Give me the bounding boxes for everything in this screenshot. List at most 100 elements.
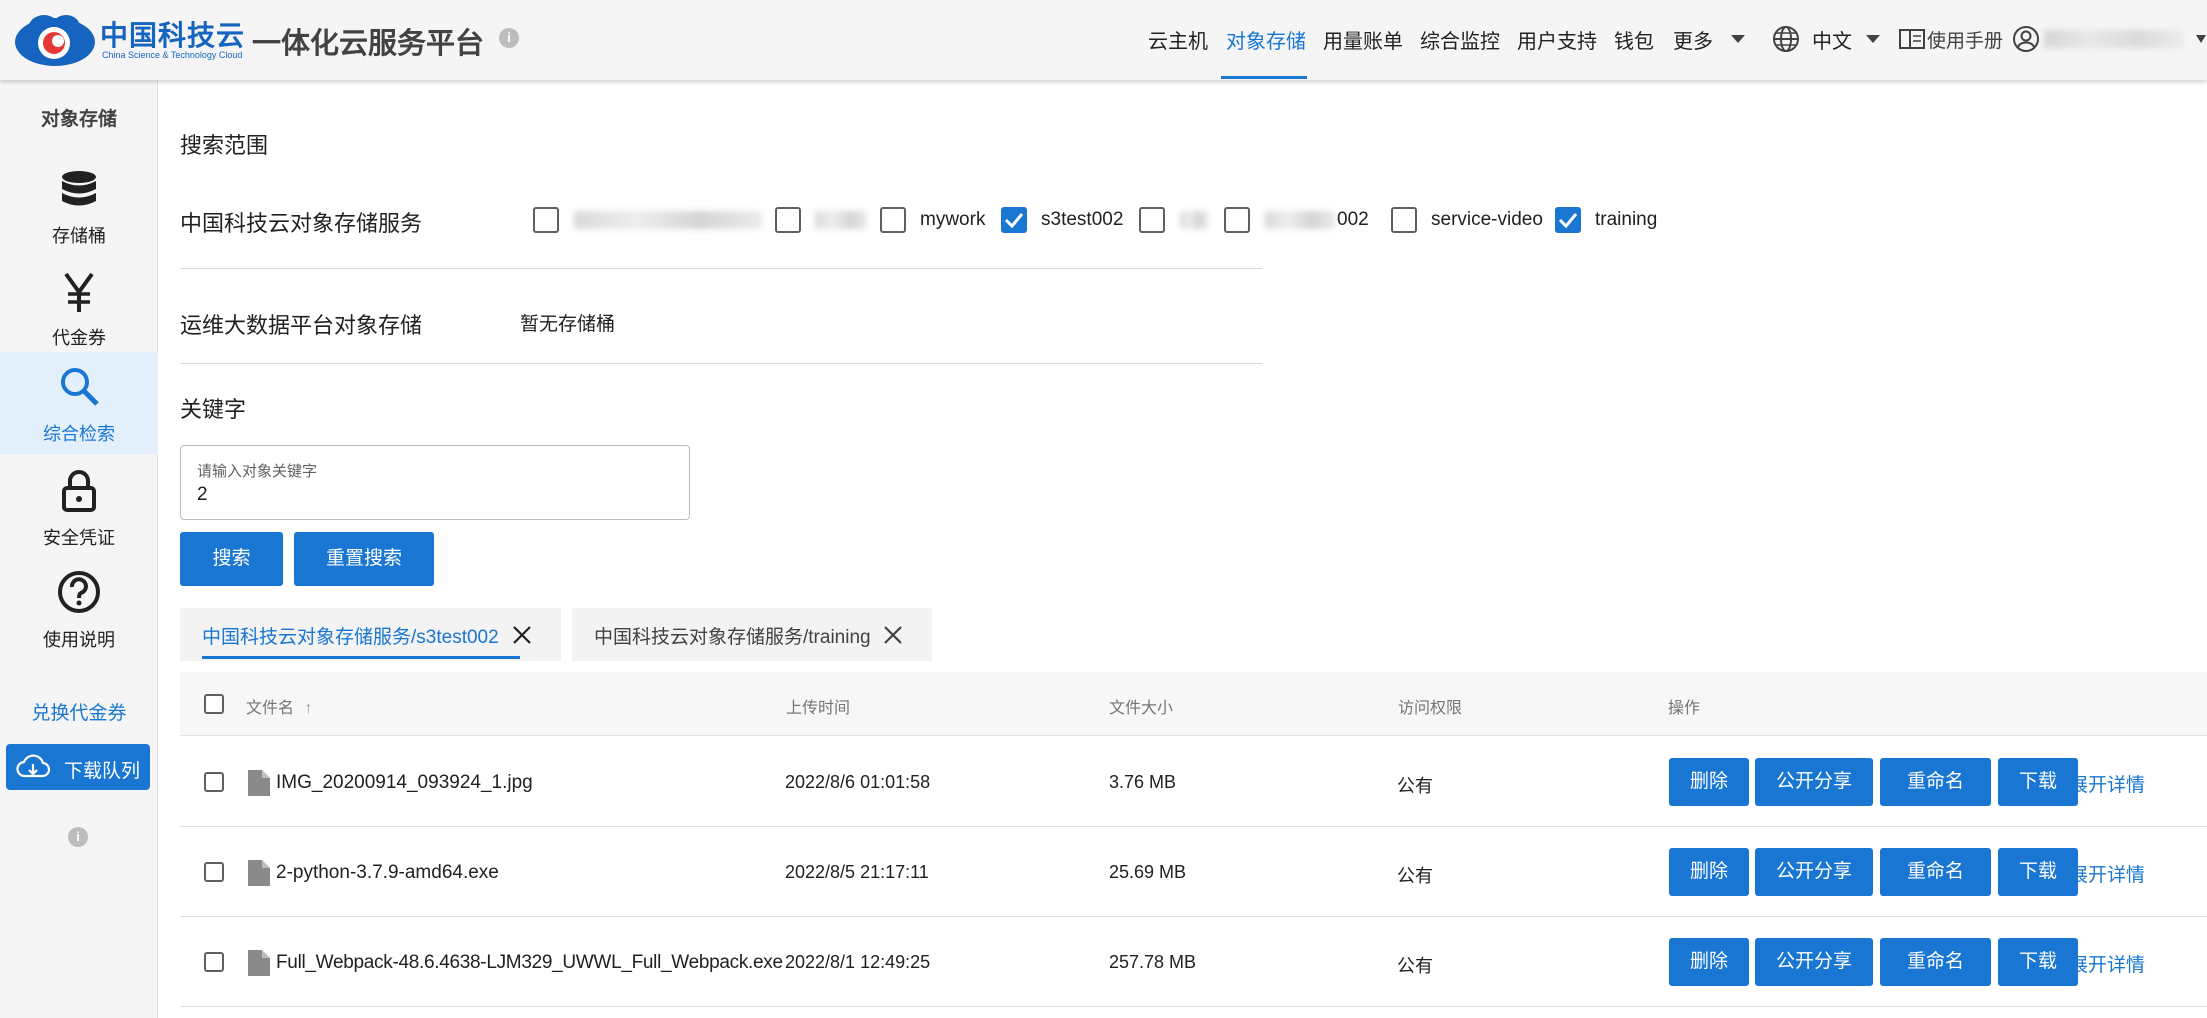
sidebar-item-help[interactable]: 使用说明 — [0, 562, 158, 662]
bucket-checkbox-6[interactable] — [1224, 207, 1250, 233]
delete-button[interactable]: 删除 — [1669, 938, 1749, 986]
expand-details-link[interactable]: 展开详情 — [2069, 770, 2145, 797]
service2-label: 运维大数据平台对象存储 — [180, 313, 423, 338]
username-redacted[interactable] — [2044, 30, 2184, 48]
top-header: 中国科技云 China Science & Technology Cloud 一… — [0, 0, 2207, 80]
public-share-button[interactable]: 公开分享 — [1755, 758, 1873, 806]
bucket-label-redacted — [1180, 211, 1208, 229]
delete-button[interactable]: 删除 — [1669, 758, 1749, 806]
download-button[interactable]: 下载 — [1998, 938, 2078, 986]
file-name[interactable]: IMG_20200914_093924_1.jpg — [276, 772, 533, 794]
nav-wallet[interactable]: 钱包 — [1614, 25, 1654, 54]
sort-arrow-icon[interactable]: ↑ — [304, 700, 312, 717]
file-name[interactable]: 2-python-3.7.9-amd64.exe — [276, 862, 499, 884]
nav-usage-bill[interactable]: 用量账单 — [1323, 25, 1403, 54]
select-all-checkbox[interactable] — [204, 694, 224, 714]
lock-icon — [62, 470, 96, 512]
download-button[interactable]: 下载 — [1998, 758, 2078, 806]
keyword-input[interactable] — [197, 484, 667, 506]
sidebar-item-buckets[interactable]: 存储桶 — [0, 158, 158, 258]
row-checkbox[interactable] — [204, 952, 224, 972]
user-chevron-down-icon[interactable] — [2196, 35, 2206, 43]
download-button[interactable]: 下载 — [1998, 848, 2078, 896]
sidebar-item-credentials[interactable]: 安全凭证 — [0, 460, 158, 560]
result-tab-s3test002[interactable]: 中国科技云对象存储服务/s3test002 — [180, 608, 561, 661]
close-icon[interactable] — [511, 624, 533, 646]
nav-user-support[interactable]: 用户支持 — [1517, 25, 1597, 54]
table-row: 2-python-3.7.9-amd64.exe 2022/8/5 21:17:… — [180, 827, 2207, 917]
row-checkbox[interactable] — [204, 862, 224, 882]
public-share-button[interactable]: 公开分享 — [1755, 938, 1873, 986]
column-header-filename[interactable]: 文件名 ↑ — [246, 694, 312, 718]
exchange-voucher-link[interactable]: 兑换代金券 — [0, 698, 158, 725]
column-header-access: 访问权限 — [1398, 700, 1463, 717]
more-chevron-down-icon[interactable] — [1731, 35, 1745, 43]
bucket-checkbox-2[interactable] — [775, 207, 801, 233]
expand-details-link[interactable]: 展开详情 — [2069, 950, 2145, 977]
logo-icon[interactable] — [12, 11, 98, 69]
upload-time: 2022/8/5 21:17:11 — [785, 862, 929, 882]
tab-active-indicator — [202, 656, 520, 659]
service2-empty-note: 暂无存储桶 — [520, 314, 616, 335]
result-tab-training[interactable]: 中国科技云对象存储服务/training — [572, 608, 932, 661]
file-name[interactable]: Full_Webpack-48.6.4638-LJM329_UWWL_Full_… — [276, 952, 783, 974]
access-permission: 公有 — [1397, 776, 1433, 796]
cloud-download-icon — [16, 754, 50, 778]
sidebar-item-search[interactable]: 综合检索 — [0, 352, 158, 454]
sidebar-item-label: 安全凭证 — [43, 528, 115, 548]
brand-name: 中国科技云 — [100, 20, 246, 51]
service1-label: 中国科技云对象存储服务 — [180, 211, 423, 236]
table-header: 文件名 ↑ 上传时间 文件大小 访问权限 操作 — [180, 672, 2207, 736]
bucket-checkbox-mywork[interactable] — [880, 207, 906, 233]
column-header-size: 文件大小 — [1109, 700, 1174, 717]
bucket-checkbox-service-video[interactable] — [1391, 207, 1417, 233]
globe-icon[interactable] — [1772, 25, 1800, 53]
bucket-checkbox-training[interactable] — [1555, 207, 1581, 233]
user-manual-link[interactable]: 使用手册 — [1927, 26, 2003, 53]
sidebar-item-label: 代金券 — [52, 328, 106, 348]
search-button[interactable]: 搜索 — [180, 532, 283, 586]
app-title: 一体化云服务平台 — [252, 28, 485, 60]
download-queue-label: 下载队列 — [64, 761, 141, 782]
manual-book-icon[interactable] — [1898, 27, 1926, 51]
nav-active-indicator — [1221, 76, 1307, 79]
row-checkbox[interactable] — [204, 772, 224, 792]
rename-button[interactable]: 重命名 — [1880, 848, 1991, 896]
language-chevron-down-icon[interactable] — [1866, 35, 1880, 43]
sidebar-item-vouchers[interactable]: 代金券 — [0, 260, 158, 360]
nav-object-storage[interactable]: 对象存储 — [1226, 25, 1306, 54]
bucket-checkbox-s3test002[interactable] — [1001, 207, 1027, 233]
reset-search-button[interactable]: 重置搜索 — [294, 532, 434, 586]
bucket-label: mywork — [920, 209, 986, 230]
file-size: 257.78 MB — [1109, 952, 1197, 972]
language-select[interactable]: 中文 — [1812, 25, 1852, 54]
divider — [180, 268, 1262, 269]
sidebar-item-label: 综合检索 — [43, 424, 115, 444]
delete-button[interactable]: 删除 — [1669, 848, 1749, 896]
nav-monitoring[interactable]: 综合监控 — [1420, 25, 1500, 54]
sidebar-item-label: 使用说明 — [43, 630, 115, 650]
nav-cloud-host[interactable]: 云主机 — [1148, 25, 1208, 54]
bucket-label: service-video — [1431, 209, 1543, 230]
info-icon[interactable]: i — [499, 28, 519, 48]
column-header-upload-time: 上传时间 — [786, 700, 851, 717]
access-permission: 公有 — [1397, 956, 1433, 976]
keyword-field[interactable]: 请输入对象关键字 — [180, 445, 690, 520]
file-size: 3.76 MB — [1109, 772, 1177, 792]
sidebar-item-label: 存储桶 — [52, 226, 106, 246]
download-queue-button[interactable]: 下载队列 — [6, 744, 150, 790]
close-icon[interactable] — [882, 624, 904, 646]
file-icon — [248, 950, 270, 976]
user-account-icon[interactable] — [2012, 25, 2040, 53]
bucket-checkbox-1[interactable] — [533, 207, 559, 233]
rename-button[interactable]: 重命名 — [1880, 938, 1991, 986]
divider — [180, 363, 1262, 364]
public-share-button[interactable]: 公开分享 — [1755, 848, 1873, 896]
tab-label: 中国科技云对象存储服务/s3test002 — [202, 627, 499, 648]
bucket-checkbox-5[interactable] — [1139, 207, 1165, 233]
expand-details-link[interactable]: 展开详情 — [2069, 860, 2145, 887]
info-icon[interactable]: i — [68, 827, 88, 847]
database-icon — [62, 171, 96, 206]
nav-more[interactable]: 更多 — [1673, 25, 1713, 54]
rename-button[interactable]: 重命名 — [1880, 758, 1991, 806]
